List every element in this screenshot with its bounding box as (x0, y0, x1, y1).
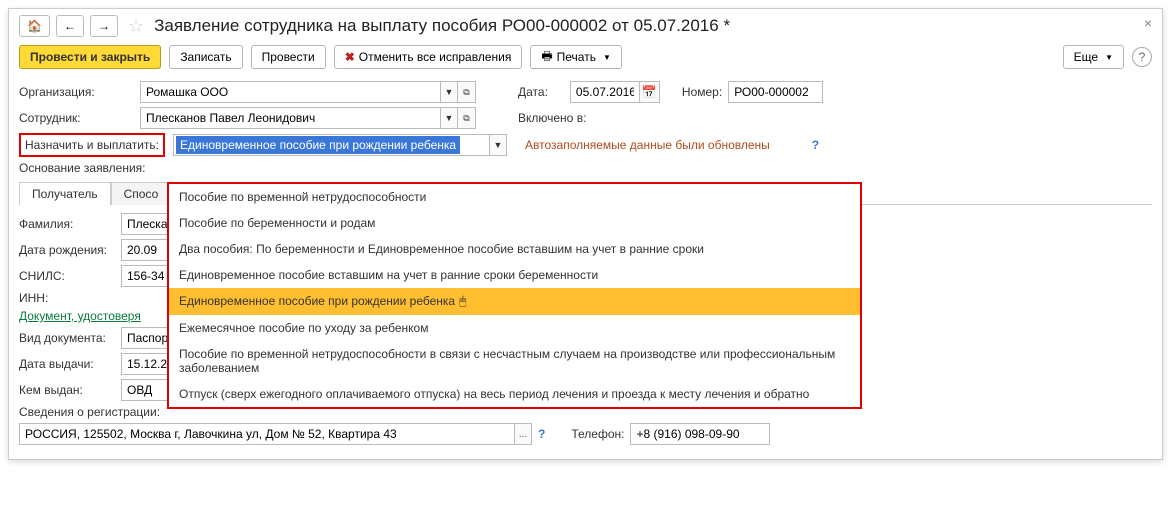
help-icon[interactable]: ? (1132, 47, 1152, 67)
reg-label: Сведения о регистрации: (19, 405, 160, 419)
help-icon[interactable]: ? (538, 427, 545, 441)
page-title: Заявление сотрудника на выплату пособия … (154, 16, 730, 36)
print-button[interactable]: 🖶Печать▼ (530, 45, 622, 69)
autofill-message: Автозаполняемые данные были обновлены (525, 138, 770, 152)
assign-pay-dropdown[interactable]: Пособие по временной нетрудоспособности … (167, 182, 862, 409)
star-icon[interactable]: ☆ (128, 16, 144, 37)
issue-date-label: Дата выдачи: (19, 357, 115, 371)
cancel-icon: ✖ (345, 50, 355, 64)
doctype-label: Вид документа: (19, 331, 115, 345)
more-button[interactable]: Еще▼ (1063, 45, 1124, 69)
snils-label: СНИЛС: (19, 269, 115, 283)
window: × 🏠 ← → ☆ Заявление сотрудника на выплат… (8, 8, 1163, 460)
submit-button[interactable]: Провести (251, 45, 326, 69)
number-label: Номер: (682, 85, 722, 99)
submit-close-button[interactable]: Провести и закрыть (19, 45, 161, 69)
reg-input[interactable] (19, 423, 514, 445)
basis-label: Основание заявления: (19, 161, 149, 175)
dropdown-item[interactable]: Пособие по временной нетрудоспособности … (169, 341, 860, 381)
assign-pay-value: Единовременное пособие при рождении ребе… (176, 136, 460, 154)
title-bar: 🏠 ← → ☆ Заявление сотрудника на выплату … (19, 15, 1152, 37)
org-input[interactable] (140, 81, 440, 103)
cursor-icon: 🖱 (459, 294, 466, 309)
included-label: Включено в: (518, 111, 586, 125)
phone-input[interactable] (630, 423, 770, 445)
lastname-label: Фамилия: (19, 217, 115, 231)
save-button[interactable]: Записать (169, 45, 242, 69)
chevron-down-icon[interactable]: ▼ (489, 134, 507, 156)
dropdown-item[interactable]: Отпуск (сверх ежегодного оплачиваемого о… (169, 381, 860, 407)
inn-label: ИНН: (19, 291, 115, 305)
assign-pay-combo[interactable]: Единовременное пособие при рождении ребе… (173, 134, 507, 156)
assign-pay-label-box: Назначить и выплатить: (19, 133, 165, 157)
close-icon[interactable]: × (1144, 15, 1152, 31)
employee-label: Сотрудник: (19, 111, 134, 125)
help-icon[interactable]: ? (812, 138, 819, 152)
forward-button[interactable]: → (90, 15, 118, 37)
org-combo[interactable]: ▼ ⧉ (140, 81, 476, 103)
cancel-fixes-button[interactable]: ✖Отменить все исправления (334, 45, 523, 69)
chevron-down-icon: ▼ (1105, 53, 1113, 62)
open-icon[interactable]: ⧉ (458, 81, 476, 103)
date-label: Дата: (518, 85, 548, 99)
dropdown-item[interactable]: Два пособия: По беременности и Единоврем… (169, 236, 860, 262)
calendar-icon[interactable]: 📅 (640, 81, 660, 103)
doc-link[interactable]: Документ, удостоверя (19, 309, 141, 323)
tab-recipient[interactable]: Получатель (19, 182, 111, 205)
org-label: Организация: (19, 85, 134, 99)
open-icon[interactable]: ⧉ (458, 107, 476, 129)
employee-input[interactable] (140, 107, 440, 129)
birthdate-label: Дата рождения: (19, 243, 115, 257)
ellipsis-icon[interactable]: … (514, 423, 532, 445)
assign-pay-label: Назначить и выплатить: (25, 138, 159, 152)
dropdown-item[interactable]: Пособие по беременности и родам (169, 210, 860, 236)
reg-combo[interactable]: … (19, 423, 532, 445)
dropdown-item-selected[interactable]: Единовременное пособие при рождении ребе… (169, 288, 860, 315)
date-input[interactable]: 📅 (570, 81, 660, 103)
dropdown-item[interactable]: Ежемесячное пособие по уходу за ребенком (169, 315, 860, 341)
tab-method[interactable]: Спосо (111, 182, 172, 205)
chevron-down-icon[interactable]: ▼ (440, 107, 458, 129)
dropdown-item[interactable]: Единовременное пособие вставшим на учет … (169, 262, 860, 288)
home-button[interactable]: 🏠 (19, 15, 50, 37)
chevron-down-icon[interactable]: ▼ (440, 81, 458, 103)
print-icon: 🖶 (541, 47, 552, 68)
number-input[interactable] (728, 81, 823, 103)
toolbar: Провести и закрыть Записать Провести ✖От… (19, 45, 1152, 69)
phone-label: Телефон: (571, 427, 624, 441)
employee-combo[interactable]: ▼ ⧉ (140, 107, 476, 129)
issued-by-label: Кем выдан: (19, 383, 115, 397)
back-button[interactable]: ← (56, 15, 84, 37)
dropdown-item[interactable]: Пособие по временной нетрудоспособности (169, 184, 860, 210)
chevron-down-icon: ▼ (603, 53, 611, 62)
